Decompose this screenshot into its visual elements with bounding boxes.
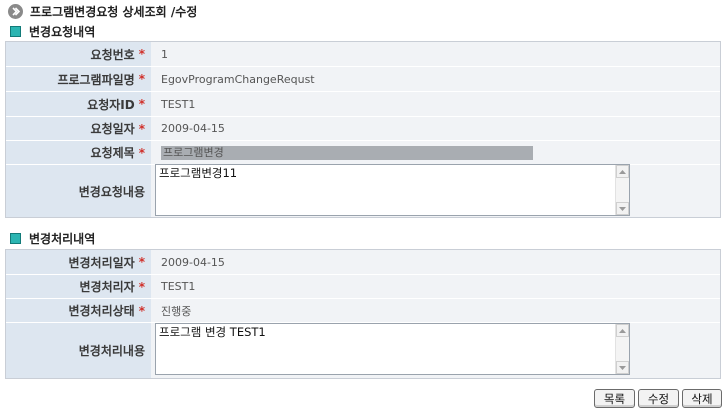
form-row-process-date: 변경처리일자 * 2009-04-15 bbox=[6, 250, 720, 275]
scrollbar[interactable] bbox=[615, 165, 629, 215]
field-label: 프로그램파일명 * bbox=[6, 67, 151, 91]
requester-id-value: TEST1 bbox=[161, 97, 196, 111]
delete-button[interactable]: 삭제 bbox=[682, 389, 722, 408]
field-label: 요청번호 * bbox=[6, 42, 151, 66]
square-bullet-icon bbox=[10, 25, 21, 37]
required-mark: * bbox=[138, 255, 145, 269]
required-mark: * bbox=[138, 121, 145, 136]
field-label: 변경처리상태 * bbox=[6, 299, 151, 322]
required-mark: * bbox=[138, 145, 145, 160]
form-row-request-number: 요청번호 * 1 bbox=[6, 42, 720, 67]
required-mark: * bbox=[138, 97, 145, 111]
process-content-text: 프로그램 변경 TEST1 bbox=[159, 325, 266, 339]
program-filename-value: EgovProgramChangeRequst bbox=[161, 72, 315, 86]
request-content-text: 프로그램변경11 bbox=[159, 166, 238, 180]
process-section-title: 변경처리내역 bbox=[29, 231, 96, 246]
scroll-down-icon[interactable] bbox=[616, 202, 629, 215]
process-date-value: 2009-04-15 bbox=[161, 255, 225, 269]
process-content-textarea[interactable]: 프로그램 변경 TEST1 bbox=[155, 323, 630, 375]
request-section-header: 변경요청내역 bbox=[10, 23, 95, 39]
form-row-requester-id: 요청자ID * TEST1 bbox=[6, 92, 720, 117]
page-header: 프로그램변경요청 상세조회 /수정 bbox=[8, 3, 197, 19]
required-mark: * bbox=[138, 303, 145, 318]
field-label: 요청자ID * bbox=[6, 92, 151, 116]
field-label: 변경처리일자 * bbox=[6, 250, 151, 274]
field-label: 요청제목 * bbox=[6, 141, 151, 164]
field-label: 변경요청내용 bbox=[6, 165, 151, 217]
edit-button[interactable]: 수정 bbox=[638, 389, 679, 408]
form-row-program-filename: 프로그램파일명 * EgovProgramChangeRequst bbox=[6, 67, 720, 92]
request-number-value: 1 bbox=[161, 47, 168, 61]
scroll-up-icon[interactable] bbox=[616, 324, 629, 337]
request-title-field[interactable]: 프로그램변경 bbox=[161, 145, 533, 160]
scrollbar[interactable] bbox=[615, 324, 629, 374]
required-mark: * bbox=[138, 72, 145, 86]
form-row-request-title: 요청제목 * 프로그램변경 bbox=[6, 141, 720, 165]
field-label: 변경처리내용 bbox=[6, 323, 151, 378]
form-row-process-status: 변경처리상태 * 진행중 bbox=[6, 299, 720, 323]
request-date-value: 2009-04-15 bbox=[161, 122, 225, 135]
processor-value: TEST1 bbox=[161, 280, 196, 293]
request-content-textarea[interactable]: 프로그램변경11 bbox=[155, 164, 630, 216]
process-section-header: 변경처리내역 bbox=[10, 230, 95, 246]
request-section-title: 변경요청내역 bbox=[29, 24, 96, 39]
form-row-request-date: 요청일자 * 2009-04-15 bbox=[6, 117, 720, 141]
square-bullet-icon bbox=[10, 232, 21, 244]
list-button[interactable]: 목록 bbox=[594, 389, 635, 408]
scroll-down-icon[interactable] bbox=[616, 361, 629, 374]
required-mark: * bbox=[138, 279, 145, 294]
field-label: 요청일자 * bbox=[6, 117, 151, 140]
chevron-right-circle-icon bbox=[8, 3, 23, 19]
process-status-value: 진행중 bbox=[161, 304, 192, 318]
scroll-up-icon[interactable] bbox=[616, 165, 629, 178]
page-title: 프로그램변경요청 상세조회 /수정 bbox=[30, 4, 198, 19]
request-title-cell: 프로그램변경 bbox=[151, 141, 720, 164]
required-mark: * bbox=[138, 47, 145, 61]
field-label: 변경처리자 * bbox=[6, 275, 151, 298]
form-row-processor: 변경처리자 * TEST1 bbox=[6, 275, 720, 299]
